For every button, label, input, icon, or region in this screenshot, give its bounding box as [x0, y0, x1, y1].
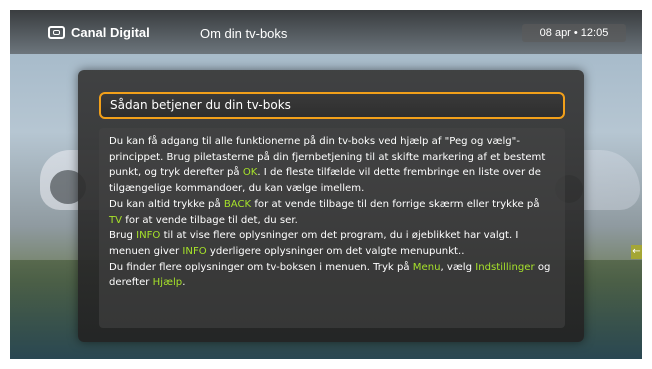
- top-bar: Canal Digital Om din tv-boks 08 apr • 12…: [10, 10, 642, 54]
- help-text-segment: Du finder flere oplysninger om tv-boksen…: [109, 261, 413, 273]
- help-text-segment: Du kan altid trykke på: [109, 198, 224, 210]
- help-text-segment: for at vende tilbage til den forrige skæ…: [251, 198, 540, 210]
- selected-help-topic[interactable]: Sådan betjener du din tv-boks: [99, 92, 565, 119]
- key-info: INFO: [136, 230, 161, 242]
- help-panel: Sådan betjener du din tv-boks Du kan få …: [78, 70, 584, 342]
- arrow-left-icon[interactable]: ←: [631, 245, 642, 259]
- help-text-segment: , vælg: [440, 261, 476, 273]
- help-text-segment: Brug: [109, 230, 137, 242]
- help-link: Hjælp: [152, 277, 183, 289]
- key-info: INFO: [182, 245, 207, 257]
- settings-link: Indstillinger: [475, 261, 535, 273]
- help-text-segment: yderligere oplysninger om det valgte men…: [206, 245, 465, 257]
- tv-logo-icon: [48, 26, 65, 39]
- brand: Canal Digital: [48, 25, 150, 40]
- menu-link: Menu: [412, 261, 441, 273]
- key-back: BACK: [223, 198, 252, 210]
- date-time: 08 apr • 12:05: [522, 24, 626, 42]
- key-ok: OK: [242, 167, 258, 179]
- key-tv: TV: [109, 214, 123, 226]
- tv-screen: Canal Digital Om din tv-boks 08 apr • 12…: [10, 10, 642, 359]
- page-title: Om din tv-boks: [200, 26, 288, 41]
- brand-name: Canal Digital: [71, 25, 150, 40]
- help-text-segment: for at vende tilbage til det, du ser.: [122, 214, 298, 226]
- help-text: Du kan få adgang til alle funktionerne p…: [99, 128, 565, 328]
- help-text-segment: .: [182, 277, 186, 289]
